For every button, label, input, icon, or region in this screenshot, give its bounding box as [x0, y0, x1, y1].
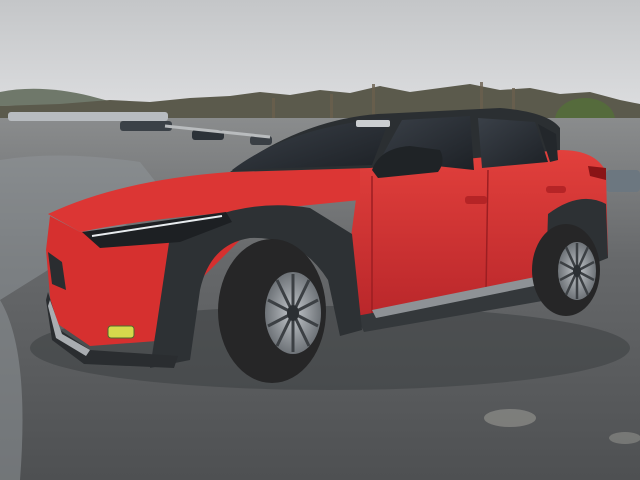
photo-scene	[0, 0, 640, 480]
door-handle	[465, 196, 487, 204]
front-wheel	[218, 239, 326, 383]
windshield-sticker	[356, 120, 390, 127]
door-handle	[546, 186, 566, 193]
front-sticker	[107, 325, 135, 339]
rear-wheel	[532, 224, 600, 316]
rear-hub	[573, 265, 581, 277]
ground-stain	[484, 409, 536, 427]
front-hub	[287, 305, 299, 321]
ground-stain	[609, 432, 640, 444]
